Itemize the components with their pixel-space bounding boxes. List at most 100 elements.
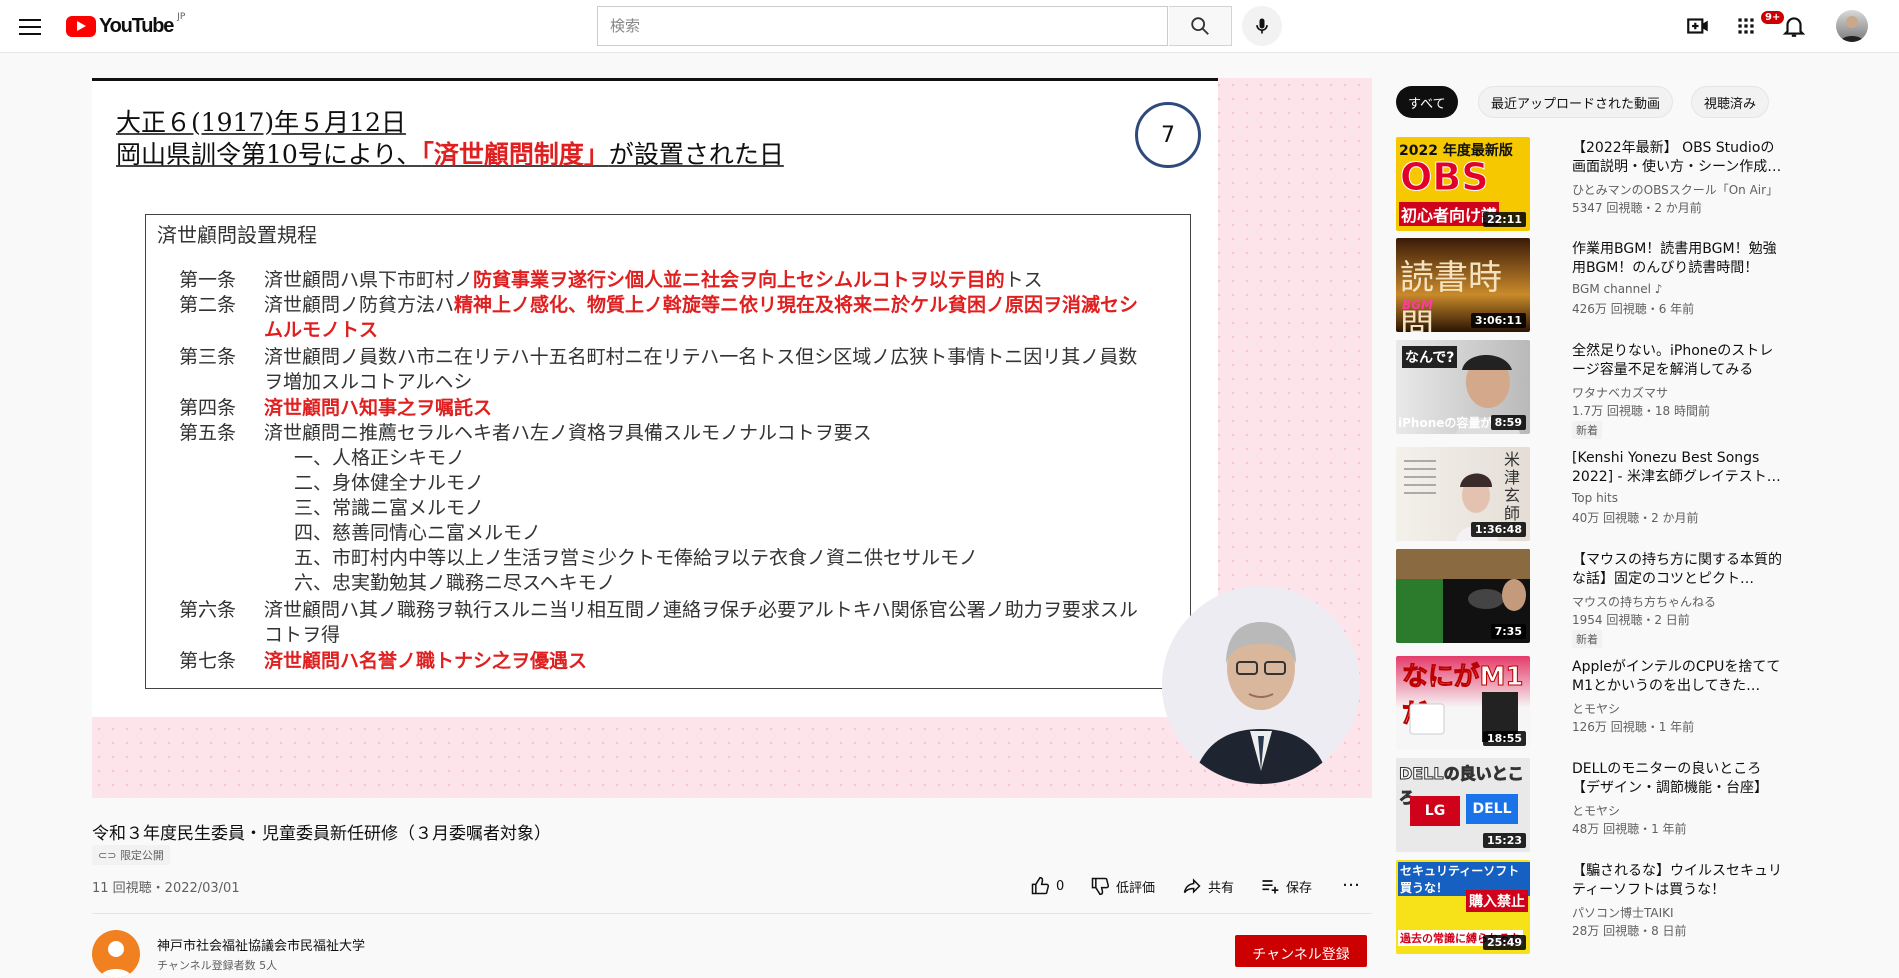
slide-number: 7 [1135, 102, 1201, 168]
duration-badge: 7:35 [1490, 624, 1526, 639]
video-meta: 40万 回視聴・2 か月前 [1572, 511, 1699, 525]
recommended-video[interactable]: セキュリティーソフト買うな！ 購入禁止 過去の常識に縛られるな 25:49 【騙… [1396, 860, 1876, 956]
video-player[interactable]: 大正６(1917)年５月12日 岡山県訓令第10号により、「済世顧問制度」が設置… [92, 78, 1372, 798]
video-thumbnail: 7:35 [1396, 549, 1530, 643]
recommended-video[interactable]: 7:35 【マウスの持ち方に関する本質的な話】固定のコツとピクト… マウスの持ち… [1396, 549, 1876, 648]
video-thumbnail: 米津玄師 1:36:48 [1396, 447, 1530, 541]
recommended-video[interactable]: なにがM1だ 18:55 AppleがインテルのCPUを捨ててM1とかいうのを出… [1396, 656, 1876, 752]
video-meta: 126万 回視聴・1 年前 [1572, 720, 1695, 734]
channel-name: ワタナベカズマサ [1572, 386, 1669, 400]
video-thumbnail: 読書時間 BGM 3:06:11 [1396, 238, 1530, 332]
duration-badge: 8:59 [1490, 415, 1526, 430]
microphone-icon [1256, 18, 1268, 34]
search-input[interactable]: 検索 [597, 6, 1168, 46]
playlist-add-icon [1262, 880, 1279, 894]
subscribe-button[interactable]: チャンネル登録 [1235, 935, 1367, 967]
dislike-label: 低評価 [1116, 880, 1156, 896]
duration-badge: 3:06:11 [1470, 313, 1526, 328]
link-icon: ⊂⊃ [98, 849, 120, 862]
qualification-3: 三、常識ニ富メルモノ [294, 497, 485, 519]
filter-chip-all[interactable]: すべて [1396, 86, 1458, 118]
thumbs-up-icon [1031, 876, 1050, 895]
regulation-heading: 済世顧問設置規程 [157, 223, 317, 247]
slide-content: 大正６(1917)年５月12日 岡山県訓令第10号により、「済世顧問制度」が設置… [92, 78, 1218, 717]
youtube-play-icon [66, 15, 96, 37]
share-button[interactable]: 共有 [1182, 876, 1234, 896]
channel-name[interactable]: 神戸市社会福祉協議会市民福祉大学 [157, 935, 365, 954]
search-icon [1191, 17, 1209, 35]
notifications-bell-icon[interactable] [1781, 13, 1807, 39]
video-title: 全然足りない。iPhoneのストレージ容量不足を解消してみる [1572, 343, 1774, 378]
video-thumbnail: DELLの良いところ LG DELL 15:23 [1396, 758, 1530, 852]
video-title: 【マウスの持ち方に関する本質的な話】固定のコツとピクト… [1572, 552, 1782, 587]
recommended-video[interactable]: DELLの良いところ LG DELL 15:23 DELLのモニターの良いところ… [1396, 758, 1876, 854]
qualification-2: 二、身体健全ナルモノ [294, 472, 485, 494]
top-bar: YouTube JP 検索 9+ [0, 0, 1899, 53]
video-title: 【騙されるな】ウイルスセキュリティーソフトは買うな！ [1572, 863, 1782, 898]
channel-name: マウスの持ち方ちゃんねる [1572, 595, 1717, 609]
qualification-1: 一、人格正シキモノ [294, 447, 466, 469]
voice-search-button[interactable] [1242, 6, 1282, 46]
like-button[interactable]: 0 [1030, 876, 1064, 896]
channel-name: ひとみマンのOBSスクール「On Air」 [1572, 183, 1779, 197]
filter-chip-watched[interactable]: 視聴済み [1691, 86, 1770, 118]
video-thumbnail: なんで? iPhoneの容量が足り 8:59 [1396, 340, 1530, 434]
notification-count-badge: 9+ [1761, 11, 1785, 24]
new-badge: 新着 [1572, 630, 1602, 648]
slide-title-line2: 岡山県訓令第10号により、「済世顧問制度」が設置された日 [116, 140, 784, 169]
filter-chip-recent[interactable]: 最近アップロードされた動画 [1478, 86, 1674, 118]
recommended-video[interactable]: 読書時間 BGM 3:06:11 作業用BGM！読書用BGM！勉強用BGM！のん… [1396, 238, 1876, 334]
new-badge: 新着 [1572, 421, 1602, 439]
recommended-video[interactable]: 2022 年度最新版 OBS 初心者向け講 22:11 【2022年最新】 OB… [1396, 137, 1876, 233]
divider [92, 913, 1372, 914]
video-meta: 5347 回視聴・2 か月前 [1572, 201, 1702, 215]
video-title: 作業用BGM！読書用BGM！勉強用BGM！のんびり読書時間！ [1572, 241, 1777, 276]
duration-badge: 1:36:48 [1470, 522, 1526, 537]
recommended-video[interactable]: なんで? iPhoneの容量が足り 8:59 全然足りない。iPhoneのストレ… [1396, 340, 1876, 439]
video-thumbnail: 2022 年度最新版 OBS 初心者向け講 22:11 [1396, 137, 1530, 231]
channel-name: とモヤシ [1572, 702, 1621, 716]
slide-title-line1: 大正６(1917)年５月12日 [116, 108, 406, 137]
channel-name: Top hits [1572, 491, 1618, 505]
like-count: 0 [1056, 878, 1065, 894]
video-meta: 48万 回視聴・1 年前 [1572, 822, 1687, 836]
hamburger-menu-icon[interactable] [18, 14, 42, 38]
regulation-box: 済世顧問設置規程 第一条 済世顧問ハ県下市町村ノ防貧事業ヲ遂行シ個人並ニ社会ヲ向… [145, 214, 1191, 689]
video-title: [Kenshi Yonezu Best Songs 2022] - 米津玄師グレ… [1572, 450, 1781, 485]
qualification-5: 五、市町村内中等以上ノ生活ヲ営ミ少クトモ俸給ヲ以テ衣食ノ資ニ供セサルモノ [294, 547, 979, 569]
save-button[interactable]: 保存 [1260, 876, 1312, 896]
youtube-logo[interactable]: YouTube JP [66, 12, 186, 38]
slide-title: 大正６(1917)年５月12日 岡山県訓令第10号により、「済世顧問制度」が設置… [116, 107, 784, 171]
video-meta: 28万 回視聴・8 日前 [1572, 924, 1687, 938]
more-actions-icon[interactable]: … [1342, 870, 1360, 891]
recommended-video[interactable]: 米津玄師 1:36:48 [Kenshi Yonezu Best Songs 2… [1396, 447, 1876, 543]
qualification-4: 四、慈善同情心ニ富メルモノ [294, 522, 542, 544]
share-icon [1183, 878, 1201, 894]
account-avatar[interactable] [1836, 10, 1868, 42]
thumbs-down-icon [1091, 877, 1110, 896]
view-count-date: 11 回視聴・2022/03/01 [92, 881, 240, 896]
logo-text: YouTube [99, 14, 174, 37]
video-title: AppleがインテルのCPUを捨ててM1とかいうのを出してきた… [1572, 659, 1781, 694]
channel-name: BGM channel ♪ [1572, 282, 1663, 296]
dislike-button[interactable]: 低評価 [1090, 876, 1155, 896]
video-meta: 426万 回視聴・6 年前 [1572, 302, 1695, 316]
qualification-6: 六、忠実勤勉其ノ職務ニ尽スヘキモノ [294, 572, 616, 594]
country-code: JP [177, 12, 186, 22]
video-thumbnail: セキュリティーソフト買うな！ 購入禁止 過去の常識に縛られるな 25:49 [1396, 860, 1530, 954]
duration-badge: 18:55 [1482, 731, 1526, 746]
apps-grid-icon[interactable] [1733, 13, 1759, 39]
create-video-icon[interactable] [1685, 13, 1711, 39]
duration-badge: 25:49 [1482, 935, 1526, 950]
video-meta: 1.7万 回視聴・18 時間前 [1572, 404, 1710, 418]
channel-avatar[interactable] [92, 930, 140, 978]
search-button[interactable] [1169, 6, 1232, 46]
video-title: 令和３年度民生委員・児童委員新任研修（３月委嘱者対象） [92, 824, 551, 844]
video-title: DELLのモニターの良いところ【デザイン・調節機能・台座】 [1572, 761, 1768, 796]
presenter-video [1162, 586, 1360, 784]
video-meta: 1954 回視聴・2 日前 [1572, 613, 1690, 627]
channel-subscriber-count: チャンネル登録者数 5人 [157, 959, 278, 972]
visibility-badge: ⊂⊃ 限定公開 [92, 845, 170, 865]
channel-name: とモヤシ [1572, 804, 1621, 818]
channel-name: パソコン博士TAIKI [1572, 906, 1674, 920]
